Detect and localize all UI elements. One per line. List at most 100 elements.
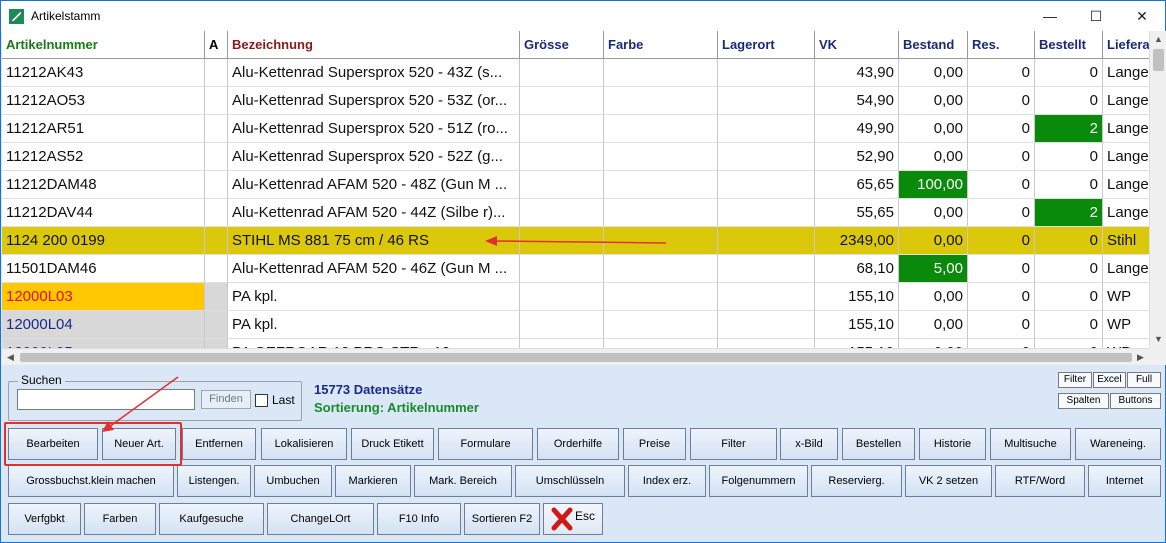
cell-bezeichnung: PA kpl. — [228, 283, 520, 311]
cell-farbe — [604, 59, 718, 87]
spalten-button[interactable]: Spalten — [1058, 393, 1109, 409]
folgenummern-button[interactable]: Folgenummern — [709, 465, 808, 497]
wareneing-button[interactable]: Wareneing. — [1075, 428, 1161, 460]
table-row[interactable]: 1124 200 0199 STIHL MS 881 75 cm / 46 RS 2… — [2, 227, 1163, 255]
sortieren-f2-button[interactable]: Sortieren F2 — [464, 503, 540, 535]
cell-bestand: 0,00 — [899, 283, 968, 311]
cell-lagerort — [718, 227, 815, 255]
cell-bestellt: 0 — [1035, 143, 1103, 171]
scroll-right-icon[interactable]: ▶ — [1132, 349, 1149, 365]
cell-bezeichnung: Alu-Kettenrad Supersprox 520 - 51Z (ro..… — [228, 115, 520, 143]
close-button[interactable]: ✕ — [1119, 1, 1165, 31]
table-row[interactable]: 11212AR51 Alu-Kettenrad Supersprox 520 - … — [2, 115, 1163, 143]
cell-bestellt: 2 — [1035, 199, 1103, 227]
scroll-up-icon[interactable]: ▲ — [1150, 31, 1166, 48]
farben-button[interactable]: Farben — [84, 503, 156, 535]
druck-etikett-button[interactable]: Druck Etikett — [351, 428, 434, 460]
cell-bestand: 5,00 — [899, 255, 968, 283]
mark-bereich-button[interactable]: Mark. Bereich — [414, 465, 512, 497]
table-row[interactable]: 11212AK43 Alu-Kettenrad Supersprox 520 - … — [2, 59, 1163, 87]
cell-vk: 65,65 — [815, 171, 899, 199]
cell-res: 0 — [968, 199, 1035, 227]
column-header-groesse[interactable]: Grösse — [520, 31, 604, 59]
filter-small-button[interactable]: Filter — [1058, 372, 1092, 388]
cell-vk: 55,65 — [815, 199, 899, 227]
excel-button[interactable]: Excel — [1093, 372, 1126, 388]
historie-button[interactable]: Historie — [919, 428, 986, 460]
cell-artikelnummer: 11212AK43 — [2, 59, 205, 87]
index-erz-button[interactable]: Index erz. — [628, 465, 706, 497]
orderhilfe-button[interactable]: Orderhilfe — [537, 428, 619, 460]
filter-button[interactable]: Filter — [690, 428, 777, 460]
column-header-bestand[interactable]: Bestand — [899, 31, 968, 59]
horizontal-scroll-thumb[interactable] — [20, 353, 1132, 362]
table-row[interactable]: 12000L03 PA kpl. 155,10 0,00 0 0 WP — [2, 283, 1163, 311]
table-row[interactable]: 12000L04 PA kpl. 155,10 0,00 0 0 WP — [2, 311, 1163, 339]
vertical-scroll-thumb[interactable] — [1153, 49, 1164, 71]
column-header-lagerort[interactable]: Lagerort — [718, 31, 815, 59]
column-header-bestellt[interactable]: Bestellt — [1035, 31, 1103, 59]
horizontal-scrollbar[interactable]: ◀ ▶ — [2, 348, 1149, 365]
f10-info-button[interactable]: F10 Info — [377, 503, 461, 535]
table-row[interactable]: 11212DAM48 Alu-Kettenrad AFAM 520 - 48Z (… — [2, 171, 1163, 199]
table-row[interactable]: 11212DAV44 Alu-Kettenrad AFAM 520 - 44Z (… — [2, 199, 1163, 227]
umschlüsseln-button[interactable]: Umschlüsseln — [515, 465, 625, 497]
listengen-button[interactable]: Listengen. — [177, 465, 251, 497]
markieren-button[interactable]: Markieren — [335, 465, 411, 497]
cell-lagerort — [718, 115, 815, 143]
vertical-scrollbar[interactable]: ▲ ▼ — [1149, 31, 1166, 365]
maximize-button[interactable]: ☐ — [1073, 1, 1119, 31]
grid-header: Artikelnummer A Bezeichnung Grösse Farbe Lage… — [2, 31, 1163, 59]
verfgbkt-button[interactable]: Verfgbkt — [8, 503, 81, 535]
column-header-res[interactable]: Res. — [968, 31, 1035, 59]
minimize-button[interactable]: — — [1027, 1, 1073, 31]
bestellen-button[interactable]: Bestellen — [842, 428, 915, 460]
column-header-bezeichnung[interactable]: Bezeichnung — [228, 31, 520, 59]
last-checkbox[interactable] — [255, 394, 268, 407]
table-row[interactable]: 11501DAM46 Alu-Kettenrad AFAM 520 - 46Z (… — [2, 255, 1163, 283]
multisuche-button[interactable]: Multisuche — [990, 428, 1071, 460]
column-header-farbe[interactable]: Farbe — [604, 31, 718, 59]
cell-bestand: 0,00 — [899, 115, 968, 143]
changelort-button[interactable]: ChangeLOrt — [267, 503, 374, 535]
preise-button[interactable]: Preise — [623, 428, 686, 460]
search-input[interactable] — [17, 389, 195, 410]
scroll-left-icon[interactable]: ◀ — [2, 349, 19, 365]
app-icon — [9, 9, 24, 24]
bearbeiten-button[interactable]: Bearbeiten — [8, 428, 98, 460]
kaufgesuche-button[interactable]: Kaufgesuche — [159, 503, 264, 535]
cell-res: 0 — [968, 87, 1035, 115]
buttons-button[interactable]: Buttons — [1110, 393, 1161, 409]
lokalisieren-button[interactable]: Lokalisieren — [261, 428, 347, 460]
article-grid[interactable]: Artikelnummer A Bezeichnung Grösse Farbe Lage… — [2, 31, 1166, 365]
x-bild-button[interactable]: x-Bild — [780, 428, 838, 460]
record-count: 15773 Datensätze — [314, 382, 423, 397]
cell-vk: 52,90 — [815, 143, 899, 171]
reservierg-button[interactable]: Reservierg. — [811, 465, 902, 497]
cell-bestellt: 0 — [1035, 171, 1103, 199]
vk-2-setzen-button[interactable]: VK 2 setzen — [905, 465, 992, 497]
formulare-button[interactable]: Formulare — [438, 428, 533, 460]
cell-bezeichnung: Alu-Kettenrad Supersprox 520 - 52Z (g... — [228, 143, 520, 171]
full-button[interactable]: Full — [1127, 372, 1161, 388]
neuer-art-button[interactable]: Neuer Art. — [102, 428, 176, 460]
table-row[interactable]: 11212AS52 Alu-Kettenrad Supersprox 520 - … — [2, 143, 1163, 171]
esc-label: Esc — [575, 509, 596, 523]
scroll-down-icon[interactable]: ▼ — [1150, 331, 1166, 348]
cell-bestellt: 0 — [1035, 59, 1103, 87]
cell-artikelnummer: 1124 200 0199 — [2, 227, 205, 255]
table-row[interactable]: 11212AO53 Alu-Kettenrad Supersprox 520 - … — [2, 87, 1163, 115]
sort-status: Sortierung: Artikelnummer — [314, 400, 479, 415]
grossbuchst-klein-machen-button[interactable]: Grossbuchst.klein machen — [8, 465, 174, 497]
cell-artikelnummer: 12000L04 — [2, 311, 205, 339]
esc-button[interactable]: Esc — [543, 503, 603, 535]
rtf-word-button[interactable]: RTF/Word — [995, 465, 1085, 497]
entfernen-button[interactable]: Entfernen — [182, 428, 256, 460]
column-header-vk[interactable]: VK — [815, 31, 899, 59]
column-header-a[interactable]: A — [205, 31, 228, 59]
find-button[interactable]: Finden — [201, 390, 251, 409]
umbuchen-button[interactable]: Umbuchen — [254, 465, 332, 497]
cell-farbe — [604, 87, 718, 115]
column-header-artikelnummer[interactable]: Artikelnummer — [2, 31, 205, 59]
internet-button[interactable]: Internet — [1088, 465, 1161, 497]
